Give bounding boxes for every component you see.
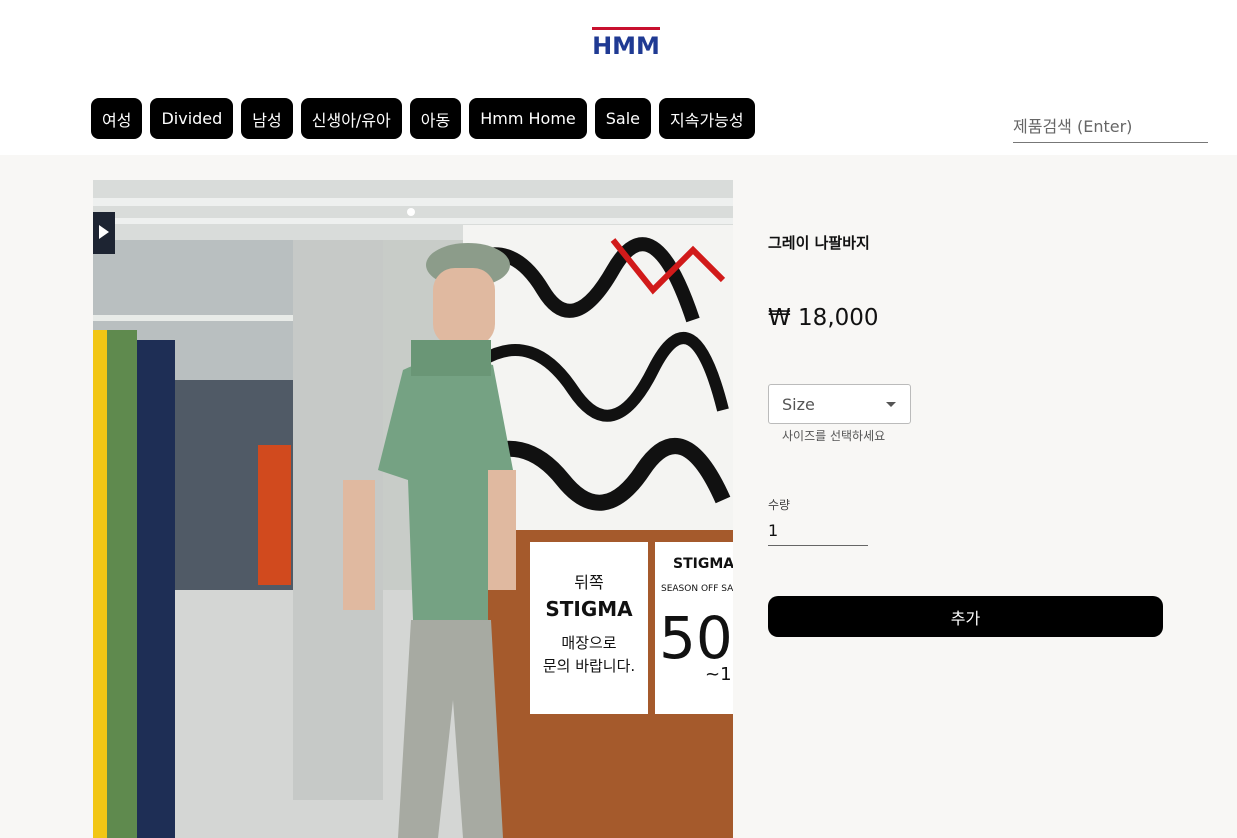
navy-garment — [137, 340, 175, 838]
sign-1-line-4: 문의 바랍니다. — [543, 657, 635, 675]
hmm-logo[interactable]: HMM — [590, 25, 662, 57]
ceiling-stripe — [93, 218, 733, 224]
sign-2-small: ~1 — [705, 664, 732, 685]
ceiling-light — [407, 208, 415, 216]
face — [433, 268, 495, 346]
size-select[interactable]: Size — [768, 384, 911, 424]
green-garment — [107, 330, 137, 838]
sign-2-brand: STIGMA — [673, 556, 733, 572]
product-photo-illustration: 뒤쪽 STIGMA 매장으로 문의 바랍니다. STIGMA SEASON OF… — [93, 180, 733, 838]
quantity-label: 수량 — [768, 498, 791, 512]
sign-1-line-3: 매장으로 — [561, 634, 616, 652]
product-title: 그레이 나팔바지 — [768, 234, 870, 252]
search-input[interactable] — [1013, 112, 1208, 140]
shirt-collar — [411, 340, 491, 376]
site-header: HMM 여성 Divided 남성 신생아/유아 아동 Hmm Home Sal… — [0, 0, 1237, 155]
nav-item-baby[interactable]: 신생아/유아 — [300, 98, 402, 139]
sign-1 — [530, 542, 648, 714]
logo-red-bar — [592, 27, 660, 30]
nav-item-men[interactable]: 남성 — [241, 98, 293, 139]
nav-item-home[interactable]: Hmm Home — [469, 98, 587, 139]
product-price: ₩ 18,000 — [768, 305, 879, 331]
logo-text: HMM — [592, 32, 660, 57]
quantity-input[interactable] — [768, 517, 868, 543]
main-nav: 여성 Divided 남성 신생아/유아 아동 Hmm Home Sale 지속… — [91, 98, 755, 139]
ceiling-stripe — [93, 198, 733, 206]
dropdown-arrow-icon — [886, 402, 896, 407]
sign-1-line-1: 뒤쪽 — [574, 573, 603, 592]
orange-shirts — [258, 445, 291, 585]
sign-2-sub: SEASON OFF SA — [661, 584, 733, 594]
nav-item-sale[interactable]: Sale — [594, 98, 651, 139]
quantity-field — [768, 517, 868, 546]
sign-1-line-2: STIGMA — [545, 597, 633, 621]
product-image: 뒤쪽 STIGMA 매장으로 문의 바랍니다. STIGMA SEASON OF… — [93, 180, 733, 838]
ceiling-light-strip — [93, 315, 293, 321]
nav-item-sustainability[interactable]: 지속가능성 — [659, 98, 755, 139]
search-field — [1013, 112, 1208, 143]
right-arm — [488, 470, 516, 590]
yellow-garment — [93, 330, 107, 838]
nav-item-kids[interactable]: 아동 — [409, 98, 462, 139]
add-to-cart-button[interactable]: 추가 — [768, 596, 1163, 637]
left-arm — [343, 480, 375, 610]
size-helper-text: 사이즈를 선택하세요 — [782, 429, 886, 443]
product-page: 뒤쪽 STIGMA 매장으로 문의 바랍니다. STIGMA SEASON OF… — [0, 155, 1237, 838]
nav-item-women[interactable]: 여성 — [91, 98, 143, 139]
sign-2-big: 50 — [659, 604, 733, 672]
size-select-value: Size — [782, 394, 815, 414]
nav-item-divided[interactable]: Divided — [150, 98, 234, 139]
